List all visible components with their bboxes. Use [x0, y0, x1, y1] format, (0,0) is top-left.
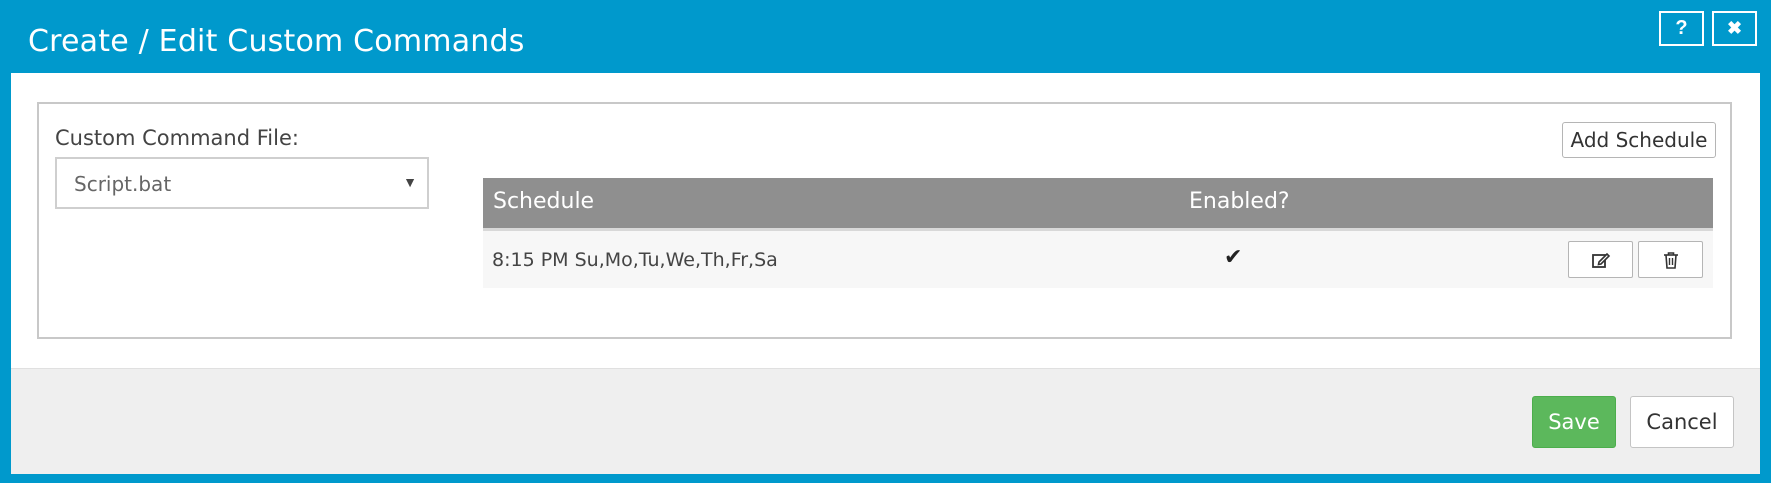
- custom-command-file-select[interactable]: Script.bat ▼: [55, 157, 429, 209]
- dialog-body: Custom Command File: Script.bat ▼ Add Sc…: [11, 73, 1760, 368]
- cancel-button[interactable]: Cancel: [1630, 396, 1734, 448]
- custom-command-file-label: Custom Command File:: [55, 126, 299, 150]
- dialog-footer: Save Cancel: [11, 368, 1760, 474]
- column-header-schedule: Schedule: [493, 189, 595, 214]
- schedule-table: Schedule Enabled? 8:15 PM Su,Mo,Tu,We,Th…: [483, 178, 1713, 288]
- table-row: 8:15 PM Su,Mo,Tu,We,Th,Fr,Sa ✔: [483, 231, 1713, 288]
- close-icon: ✖: [1726, 18, 1743, 38]
- add-schedule-button[interactable]: Add Schedule: [1562, 122, 1716, 158]
- table-header: Schedule Enabled?: [483, 178, 1713, 231]
- delete-schedule-button[interactable]: [1638, 241, 1703, 278]
- edit-icon: [1591, 252, 1610, 268]
- schedule-cell: 8:15 PM Su,Mo,Tu,We,Th,Fr,Sa: [492, 249, 778, 271]
- help-button[interactable]: ?: [1659, 11, 1704, 46]
- column-header-enabled: Enabled?: [1189, 189, 1290, 214]
- dialog-titlebar: Create / Edit Custom Commands ? ✖: [0, 0, 1771, 72]
- question-icon: ?: [1675, 17, 1688, 39]
- check-icon: ✔: [1224, 245, 1243, 270]
- trash-icon: [1663, 251, 1678, 269]
- save-button[interactable]: Save: [1532, 396, 1616, 448]
- selected-file-value: Script.bat: [74, 172, 172, 196]
- close-button[interactable]: ✖: [1712, 11, 1757, 46]
- dialog-title: Create / Edit Custom Commands: [28, 24, 525, 59]
- command-panel: Custom Command File: Script.bat ▼ Add Sc…: [37, 102, 1732, 339]
- chevron-down-icon: ▼: [403, 174, 417, 190]
- edit-schedule-button[interactable]: [1568, 241, 1633, 278]
